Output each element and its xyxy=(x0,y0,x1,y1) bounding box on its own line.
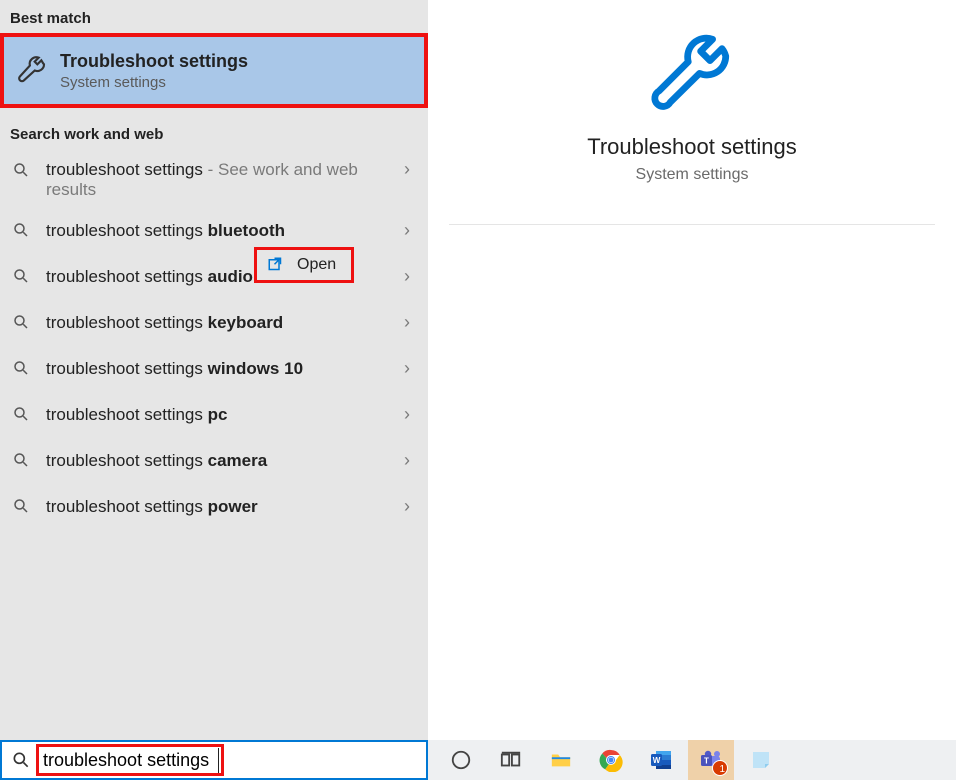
wrench-icon xyxy=(14,53,50,89)
search-icon xyxy=(10,357,32,379)
cortana-icon[interactable] xyxy=(438,740,484,780)
word-icon[interactable]: W xyxy=(638,740,684,780)
search-icon xyxy=(10,219,32,241)
best-match-title: Troubleshoot settings xyxy=(60,51,248,72)
suggestion-text: troubleshoot settings audio xyxy=(46,266,253,287)
open-icon xyxy=(267,256,285,274)
search-icon xyxy=(10,159,32,181)
chevron-right-icon[interactable]: › xyxy=(404,312,416,333)
detail-pane: Troubleshoot settings System settings Op… xyxy=(428,0,956,740)
search-results-pane: Best match Troubleshoot settings System … xyxy=(0,0,428,740)
chevron-right-icon[interactable]: › xyxy=(404,404,416,425)
search-icon xyxy=(10,449,32,471)
suggestion-text: troubleshoot settings camera xyxy=(46,450,267,471)
suggestion-item[interactable]: troubleshoot settings - See work and web… xyxy=(0,149,428,207)
open-action[interactable]: Open xyxy=(254,247,354,283)
svg-text:W: W xyxy=(653,756,661,765)
open-label: Open xyxy=(297,256,336,274)
svg-text:T: T xyxy=(704,757,709,766)
suggestion-text: troubleshoot settings pc xyxy=(46,404,227,425)
chevron-right-icon[interactable]: › xyxy=(404,266,416,287)
detail-subtitle: System settings xyxy=(636,166,749,184)
sticky-notes-icon[interactable] xyxy=(738,740,784,780)
suggestion-item[interactable]: troubleshoot settings power › xyxy=(0,483,428,529)
detail-hero: Troubleshoot settings System settings xyxy=(428,0,956,184)
chrome-icon[interactable] xyxy=(588,740,634,780)
suggestion-item[interactable]: troubleshoot settings pc › xyxy=(0,391,428,437)
suggestion-text: troubleshoot settings bluetooth xyxy=(46,220,285,241)
suggestion-text: troubleshoot settings - See work and web… xyxy=(46,159,366,200)
taskbar: W T 1 xyxy=(0,740,956,780)
wrench-icon xyxy=(647,28,737,118)
chevron-right-icon[interactable]: › xyxy=(404,159,416,180)
suggestion-item[interactable]: troubleshoot settings keyboard › xyxy=(0,299,428,345)
detail-title: Troubleshoot settings xyxy=(587,134,797,160)
taskbar-apps: W T 1 xyxy=(428,740,956,780)
suggestion-text: troubleshoot settings power xyxy=(46,496,258,517)
teams-badge: 1 xyxy=(719,764,725,775)
search-icon xyxy=(10,403,32,425)
suggestion-item[interactable]: troubleshoot settings audio › xyxy=(0,253,428,299)
chevron-right-icon[interactable]: › xyxy=(404,358,416,379)
teams-icon[interactable]: T 1 xyxy=(688,740,734,780)
task-view-icon[interactable] xyxy=(488,740,534,780)
suggestion-item[interactable]: troubleshoot settings bluetooth › xyxy=(0,207,428,253)
search-icon xyxy=(10,495,32,517)
chevron-right-icon[interactable]: › xyxy=(404,450,416,471)
search-box[interactable] xyxy=(0,740,428,780)
suggestion-text: troubleshoot settings keyboard xyxy=(46,312,283,333)
file-explorer-icon[interactable] xyxy=(538,740,584,780)
chevron-right-icon[interactable]: › xyxy=(404,496,416,517)
suggestion-item[interactable]: troubleshoot settings camera › xyxy=(0,437,428,483)
search-web-header: Search work and web xyxy=(0,108,428,149)
search-icon xyxy=(10,265,32,287)
chevron-right-icon[interactable]: › xyxy=(404,220,416,241)
best-match-text: Troubleshoot settings System settings xyxy=(60,51,248,91)
best-match-item[interactable]: Troubleshoot settings System settings xyxy=(0,33,428,108)
best-match-subtitle: System settings xyxy=(60,74,248,91)
search-icon xyxy=(10,311,32,333)
best-match-header: Best match xyxy=(0,0,428,33)
search-input[interactable] xyxy=(39,748,219,773)
search-icon xyxy=(10,749,32,771)
suggestion-item[interactable]: troubleshoot settings windows 10 › xyxy=(0,345,428,391)
suggestion-text: troubleshoot settings windows 10 xyxy=(46,358,303,379)
